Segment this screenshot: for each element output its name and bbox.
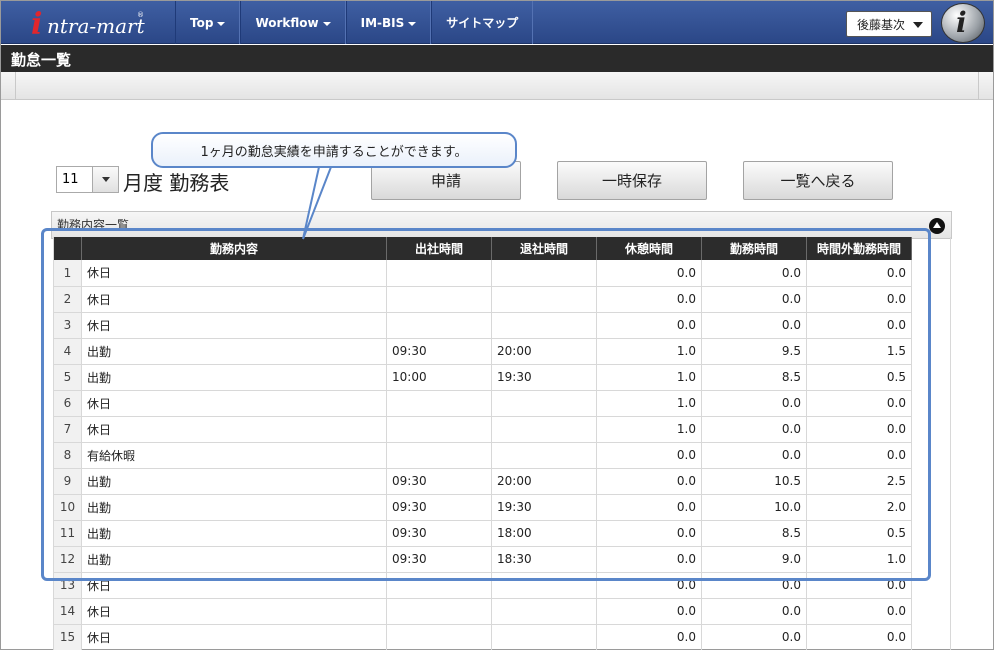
cell-work-hours: 0.0 [701, 624, 807, 650]
cell-work-content: 休日 [81, 598, 387, 625]
page-title: 勤怠一覧 [1, 45, 993, 72]
toolbar-divider-right [978, 72, 979, 100]
collapse-icon[interactable] [929, 218, 945, 234]
main-menu: Top Workflow IM-BIS サイトマップ [175, 1, 534, 44]
logo-i-glyph: i [31, 7, 43, 42]
user-name: 後藤基次 [857, 17, 906, 32]
sheet-heading: 月度 勤務表 [123, 171, 230, 195]
cell-overtime-hours: 0.0 [806, 598, 912, 625]
table-row[interactable]: 15 休日 0.0 0.0 0.0 [53, 624, 912, 650]
cell-break-hours: 0.0 [596, 598, 702, 625]
chevron-down-icon [408, 22, 417, 26]
chevron-down-icon [217, 22, 226, 26]
logo-text: ntra-mart [47, 14, 145, 38]
cell-end-time [491, 598, 597, 625]
cell-end-time [491, 624, 597, 650]
menu-workflow[interactable]: Workflow [240, 1, 346, 44]
cell-start-time [386, 624, 492, 650]
callout-highlight-frame [41, 228, 931, 581]
menu-workflow-label: Workflow [255, 15, 319, 30]
top-navigation-bar: i ntra-mart ® Top Workflow IM-BIS サイトマップ… [1, 1, 993, 44]
user-menu-button[interactable]: 後藤基次 [846, 11, 932, 37]
month-select[interactable]: 11 [56, 166, 119, 193]
back-to-list-button[interactable]: 一覧へ戻る [743, 161, 893, 200]
menu-sitemap[interactable]: サイトマップ [431, 1, 534, 44]
logo-registered-mark: ® [137, 11, 144, 19]
row-number: 14 [53, 598, 82, 625]
info-icon[interactable]: i [941, 3, 985, 43]
cell-work-content: 休日 [81, 624, 387, 650]
menu-top-label: Top [190, 15, 214, 30]
cell-work-hours: 0.0 [701, 598, 807, 625]
intra-mart-logo[interactable]: i ntra-mart ® [31, 7, 161, 42]
cell-start-time [386, 598, 492, 625]
row-number: 15 [53, 624, 82, 650]
toolbar-divider-left [15, 72, 16, 100]
cell-overtime-hours: 0.0 [806, 624, 912, 650]
cell-break-hours: 0.0 [596, 624, 702, 650]
menu-sitemap-label: サイトマップ [446, 16, 519, 30]
menu-top[interactable]: Top [175, 1, 241, 44]
info-i-glyph: i [956, 6, 967, 39]
chevron-down-icon [913, 22, 923, 28]
toolbar-strip [1, 72, 993, 100]
chevron-down-icon [322, 22, 331, 26]
menu-im-bis[interactable]: IM-BIS [345, 1, 432, 44]
callout-bubble: 1ヶ月の勤怠実績を申請することができます。 [151, 132, 517, 168]
month-value: 11 [62, 172, 79, 187]
temporary-save-button[interactable]: 一時保存 [557, 161, 707, 200]
menu-im-bis-label: IM-BIS [360, 15, 405, 30]
table-row[interactable]: 14 休日 0.0 0.0 0.0 [53, 598, 912, 625]
chevron-down-icon[interactable] [92, 167, 118, 192]
